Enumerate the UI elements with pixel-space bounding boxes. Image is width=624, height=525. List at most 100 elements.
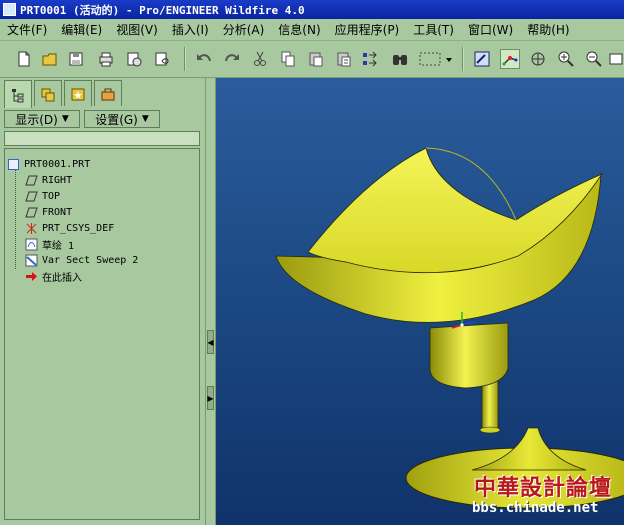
regenerate-button[interactable] xyxy=(360,49,380,69)
datum-plane-icon xyxy=(25,207,38,217)
open-folder-icon xyxy=(42,53,57,66)
tree-item-sketch[interactable]: 草绘 1 xyxy=(25,237,74,252)
menu-applications[interactable]: 应用程序(P) xyxy=(328,21,407,38)
tab-folder-browser[interactable] xyxy=(34,80,62,106)
paste-special-button[interactable] xyxy=(334,49,354,69)
redraw-icon xyxy=(474,51,490,67)
watermark-url: bbs.chinade.net xyxy=(472,500,599,516)
menu-file[interactable]: 文件(F) xyxy=(0,21,54,38)
spin-center-button[interactable] xyxy=(500,49,520,69)
find-button[interactable] xyxy=(390,49,410,69)
folder-browser-icon xyxy=(41,88,55,101)
copy-icon xyxy=(281,51,295,67)
cut-button[interactable] xyxy=(250,49,270,69)
undo-button[interactable] xyxy=(194,49,214,69)
email-button[interactable] xyxy=(124,49,144,69)
scissors-icon xyxy=(254,51,266,66)
selection-box-icon xyxy=(419,52,441,66)
email-icon xyxy=(127,52,142,67)
regenerate-icon xyxy=(363,51,377,67)
tree-item-insert-here[interactable]: 在此插入 xyxy=(25,269,82,284)
navigator-panel: 显示(D) ▼ 设置(G) ▼ PRT0001.PRT RIGHT TOP FR… xyxy=(0,78,205,525)
main-toolbar xyxy=(0,41,624,78)
tab-connections[interactable] xyxy=(94,80,122,106)
print-button[interactable] xyxy=(96,49,116,69)
window-titlebar: PRT0001 (活动的) - Pro/ENGINEER Wildfire 4.… xyxy=(0,0,624,19)
csys-icon xyxy=(26,222,37,234)
menu-window[interactable]: 窗口(W) xyxy=(461,21,520,38)
menu-edit[interactable]: 编辑(E) xyxy=(54,21,109,38)
settings-dropdown-label: 设置(G) xyxy=(95,112,138,127)
paste-icon xyxy=(309,52,323,67)
insert-here-arrow-icon xyxy=(26,271,37,281)
zoom-in-icon xyxy=(558,51,574,67)
menu-tools[interactable]: 工具(T) xyxy=(406,21,461,38)
model-tree: PRT0001.PRT RIGHT TOP FRONT PRT_CSYS_DEF… xyxy=(4,148,200,520)
datum-plane-icon xyxy=(25,175,38,185)
tree-item-right[interactable]: RIGHT xyxy=(25,173,72,187)
refit-button[interactable] xyxy=(606,49,624,69)
navigator-tabs xyxy=(4,80,124,108)
zoom-out-button[interactable] xyxy=(584,49,604,69)
app-icon xyxy=(3,3,16,16)
paste-button[interactable] xyxy=(306,49,326,69)
redraw-button[interactable] xyxy=(472,49,492,69)
tree-filter-bar[interactable] xyxy=(4,131,200,146)
menu-bar: 文件(F) 编辑(E) 视图(V) 插入(I) 分析(A) 信息(N) 应用程序… xyxy=(0,19,624,41)
save-icon xyxy=(69,52,83,66)
part-icon xyxy=(8,158,19,170)
chevron-down-icon: ▼ xyxy=(141,114,149,124)
paste-special-icon xyxy=(337,52,351,67)
select-filter-dropdown[interactable] xyxy=(444,49,454,69)
chevron-down-icon xyxy=(446,58,452,62)
select-filter-button[interactable] xyxy=(416,49,446,69)
tree-item-part[interactable]: PRT0001.PRT xyxy=(7,157,90,171)
datum-plane-icon xyxy=(25,191,38,201)
display-dropdown-label: 显示(D) xyxy=(15,112,58,127)
printer-icon xyxy=(99,52,113,67)
save-button[interactable] xyxy=(66,49,86,69)
undo-icon xyxy=(197,54,211,62)
email-link-button[interactable] xyxy=(152,49,172,69)
zoom-in-button[interactable] xyxy=(556,49,576,69)
new-button[interactable] xyxy=(14,49,34,69)
panel-splitter[interactable]: ◀ ▶ xyxy=(205,78,216,525)
refit-icon xyxy=(609,53,623,65)
email-link-icon xyxy=(155,52,169,66)
menu-info[interactable]: 信息(N) xyxy=(271,21,327,38)
zoom-out-icon xyxy=(586,51,602,67)
tree-item-sweep[interactable]: Var Sect Sweep 2 xyxy=(25,253,138,267)
watermark-title: 中華設計論壇 xyxy=(474,476,613,501)
menu-analysis[interactable]: 分析(A) xyxy=(216,21,272,38)
expand-right-arrow-icon[interactable]: ▶ xyxy=(207,386,214,410)
copy-button[interactable] xyxy=(278,49,298,69)
collapse-left-arrow-icon[interactable]: ◀ xyxy=(207,330,214,354)
spin-center-icon xyxy=(502,56,518,66)
favorites-icon xyxy=(71,88,85,100)
graphics-window[interactable] xyxy=(216,78,624,525)
binoculars-icon xyxy=(393,55,407,65)
tree-item-top[interactable]: TOP xyxy=(25,189,60,203)
settings-dropdown[interactable]: 设置(G) ▼ xyxy=(84,110,160,128)
window-title: PRT0001 (活动的) - Pro/ENGINEER Wildfire 4.… xyxy=(20,3,305,17)
new-file-icon xyxy=(18,51,30,67)
model-tree-icon xyxy=(12,88,24,102)
tree-item-csys[interactable]: PRT_CSYS_DEF xyxy=(25,221,114,235)
display-dropdown[interactable]: 显示(D) ▼ xyxy=(4,110,80,128)
menu-view[interactable]: 视图(V) xyxy=(109,21,165,38)
sketch-icon xyxy=(25,238,38,250)
open-button[interactable] xyxy=(40,49,60,69)
orient-mode-button[interactable] xyxy=(528,49,548,69)
orient-mode-icon xyxy=(531,52,545,66)
redo-icon xyxy=(225,54,239,62)
3d-model-lamp xyxy=(275,147,624,509)
chevron-down-icon: ▼ xyxy=(61,114,69,124)
redo-button[interactable] xyxy=(222,49,242,69)
connections-icon xyxy=(101,88,115,100)
tab-favorites[interactable] xyxy=(64,80,92,106)
menu-help[interactable]: 帮助(H) xyxy=(520,21,576,38)
tab-model-tree[interactable] xyxy=(4,80,32,108)
sweep-icon xyxy=(25,254,38,266)
tree-item-front[interactable]: FRONT xyxy=(25,205,72,219)
menu-insert[interactable]: 插入(I) xyxy=(165,21,216,38)
